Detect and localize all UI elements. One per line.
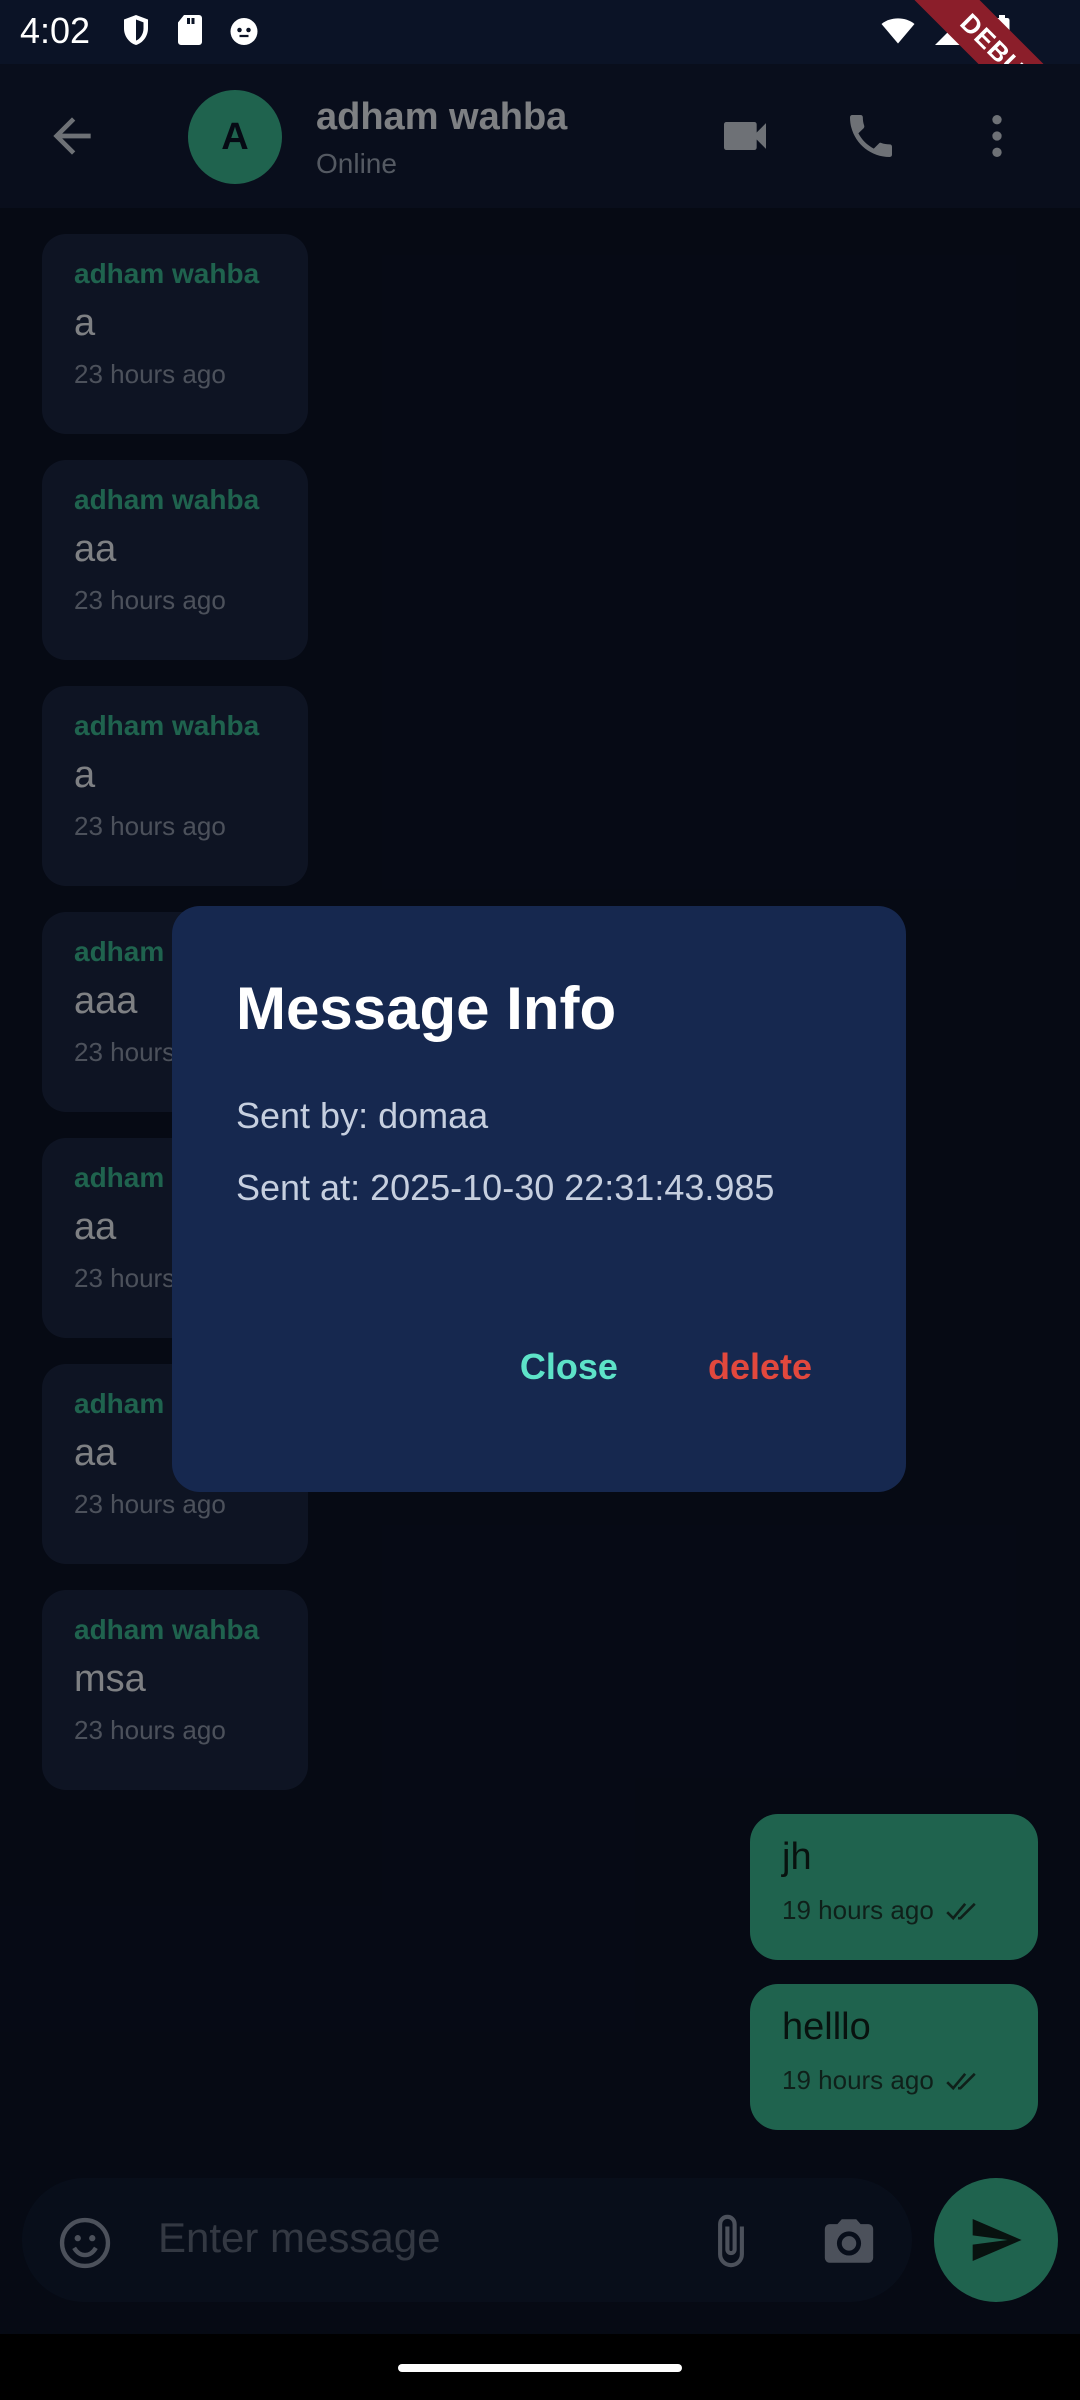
status-time: 4:02: [20, 10, 91, 51]
delete-button[interactable]: delete: [708, 1346, 812, 1388]
cat-face-icon: [230, 18, 258, 45]
sent-at: Sent at: 2025-10-30 22:31:43.985: [236, 1167, 775, 1208]
dialog-title: Message Info: [236, 975, 617, 1042]
close-button[interactable]: Close: [520, 1346, 618, 1388]
home-indicator[interactable]: [398, 2364, 682, 2372]
message-info-dialog: Message Info Sent by: domaa Sent at: 202…: [172, 906, 906, 1492]
shield-icon: [124, 15, 148, 45]
wifi-icon: [881, 18, 915, 44]
system-nav-bar: [0, 2334, 1080, 2400]
sd-card-icon: [178, 15, 202, 45]
sent-by: Sent by: domaa: [236, 1095, 489, 1136]
status-left-icons: [118, 12, 262, 48]
dialog-actions: Close delete: [520, 1346, 812, 1388]
status-bar: 4:02 DEBUG: [0, 0, 1080, 176]
